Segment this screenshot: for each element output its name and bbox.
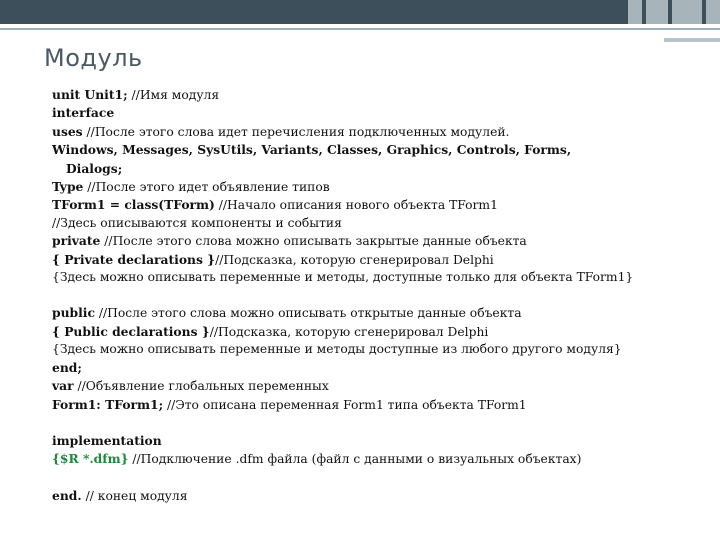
header-rule	[0, 28, 720, 30]
code-line: private //После этого слова можно описыв…	[52, 232, 692, 250]
code-comment: //После этого слова можно описывать откр…	[94, 306, 522, 321]
code-line: { Public declarations }//Подсказка, кото…	[52, 323, 692, 341]
code-text: { Private declarations }	[52, 251, 216, 267]
code-line: Form1: TForm1; //Это описана переменная …	[52, 396, 692, 414]
code-keyword: private	[52, 233, 101, 249]
code-comment: //Имя модуля	[127, 88, 220, 102]
code-keyword: uses	[52, 123, 83, 139]
code-keyword: implementation	[52, 432, 162, 448]
code-text: Dialogs;	[66, 160, 123, 176]
code-comment: //Объявление глобальных переменных	[73, 379, 329, 394]
code-line: end. // конец модуля	[52, 487, 692, 505]
code-line: Windows, Messages, SysUtils, Variants, C…	[52, 141, 692, 159]
code-comment: //Подсказка, которую сгенерировал Delphi	[215, 252, 494, 267]
code-keyword: var	[52, 378, 74, 394]
code-line: Dialogs;	[52, 160, 692, 178]
code-keyword: interface	[52, 105, 115, 121]
code-comment: //Начало описания нового объекта TForm1	[214, 198, 498, 213]
code-keyword: Type	[52, 179, 84, 195]
code-line: TForm1 = class(TForm) //Начало описания …	[52, 196, 692, 214]
code-comment: //После этого слова можно описывать закр…	[100, 234, 527, 249]
code-text: { Public declarations }	[52, 323, 210, 339]
code-line: //Здесь описываются компоненты и события	[52, 215, 692, 232]
code-comment: //После этого слова идет перечисления по…	[82, 124, 510, 139]
code-line: implementation	[52, 432, 692, 450]
code-directive: {$R *.dfm}	[52, 451, 129, 467]
code-line: uses //После этого слова идет перечислен…	[52, 123, 692, 141]
decorative-tile	[628, 0, 642, 24]
decorative-tile	[646, 0, 668, 24]
slide-title: Модуль	[44, 44, 143, 72]
code-comment: // конец модуля	[81, 488, 188, 503]
code-line: unit Unit1; //Имя модуля	[52, 86, 692, 104]
code-block: unit Unit1; //Имя модуля interface uses …	[52, 86, 692, 505]
code-line: {Здесь можно описывать переменные и мето…	[52, 269, 692, 286]
code-comment: //После этого идет объявление типов	[83, 180, 330, 195]
code-line: public //После этого слова можно описыва…	[52, 304, 692, 322]
code-text: TForm1 = class(TForm)	[52, 197, 215, 213]
code-comment: {Здесь можно описывать переменные и мето…	[52, 342, 622, 357]
code-keyword: public	[52, 305, 95, 321]
code-text: Form1: TForm1;	[52, 396, 164, 412]
code-comment: //Это описана переменная Form1 типа объе…	[163, 397, 527, 412]
decorative-tile	[672, 0, 702, 24]
code-keyword: end.	[52, 487, 82, 503]
code-line: end;	[52, 359, 692, 377]
code-line: {$R *.dfm} //Подключение .dfm файла (фай…	[52, 450, 692, 468]
code-line: Type //После этого идет объявление типов	[52, 178, 692, 196]
code-line: interface	[52, 104, 692, 122]
top-bar	[0, 0, 720, 24]
code-keyword: unit Unit1;	[52, 87, 128, 102]
header-rule-accent	[664, 38, 720, 42]
decorative-tile	[706, 0, 720, 24]
code-line: var //Объявление глобальных переменных	[52, 377, 692, 395]
code-comment: {Здесь можно описывать переменные и мето…	[52, 270, 634, 285]
code-comment: //Здесь описываются компоненты и события	[52, 215, 342, 230]
code-comment: //Подключение .dfm файла (файл с данными…	[128, 452, 582, 467]
code-comment: //Подсказка, которую сгенерировал Delphi	[209, 324, 489, 339]
code-line: {Здесь можно описывать переменные и мето…	[52, 341, 692, 358]
code-line: { Private declarations }//Подсказка, кот…	[52, 251, 692, 269]
code-keyword: end;	[52, 359, 82, 375]
code-text: Windows, Messages, SysUtils, Variants, C…	[52, 142, 572, 158]
